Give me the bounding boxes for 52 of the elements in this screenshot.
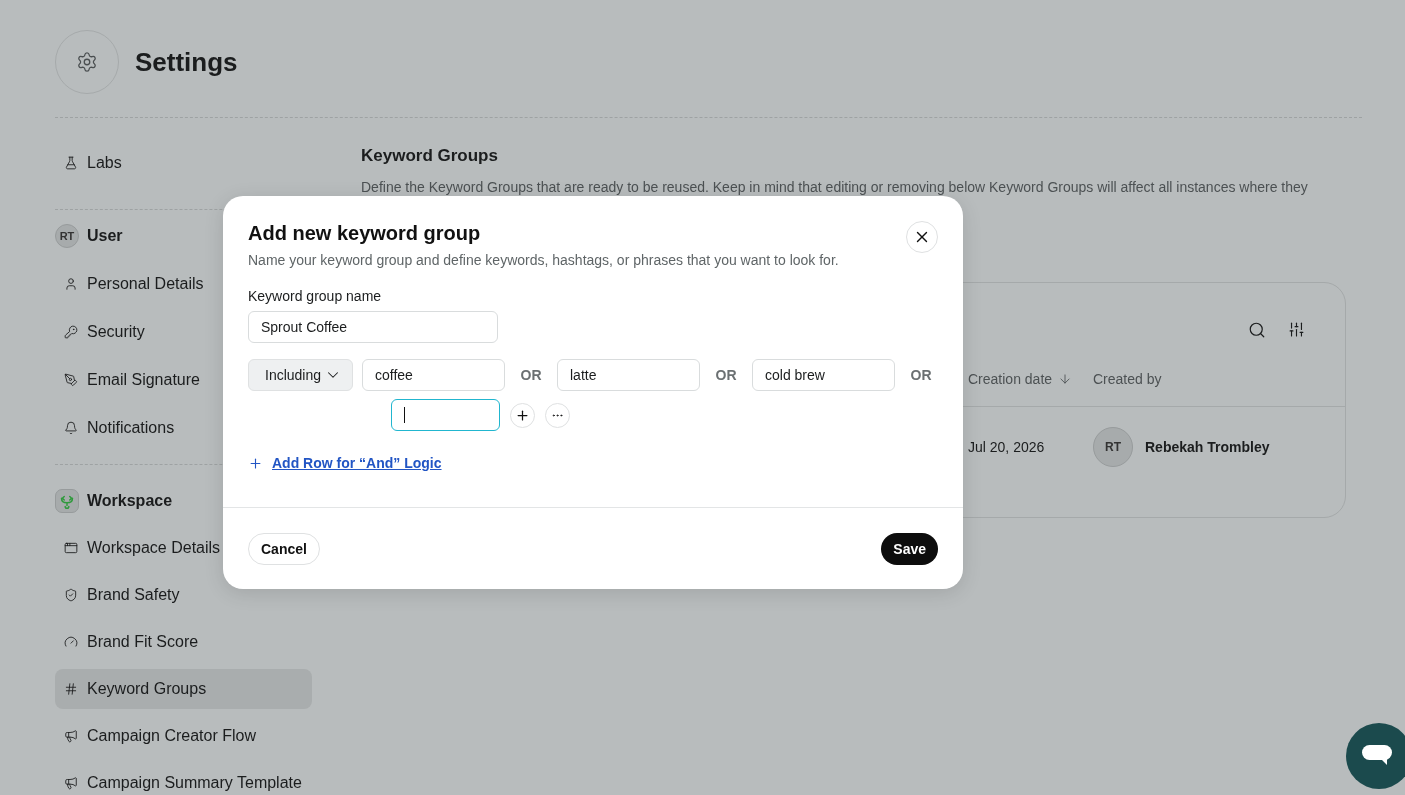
- bell-icon: [64, 421, 78, 435]
- shield-check-icon: [64, 588, 78, 602]
- flask-icon: [64, 156, 78, 170]
- input-field[interactable]: Sprout Coffee: [248, 311, 498, 343]
- column-header[interactable]: Created by: [1093, 370, 1162, 387]
- section-description: Define the Keyword Groups that are ready to be reused. Keep in mind that editing or removing below Keyword Groups will affect all instances where they: [361, 179, 1309, 195]
- table-cell-text: Jul 20, 2026: [968, 439, 1046, 455]
- hash-icon: [64, 682, 78, 696]
- section-title: Keyword Groups: [361, 146, 499, 166]
- operator-select[interactable]: Including: [248, 359, 353, 391]
- or-label: OR: [519, 367, 543, 383]
- dialog-title: Add new keyword group: [248, 222, 481, 245]
- sidebar-item[interactable]: Campaign Creator Flow: [55, 716, 312, 756]
- gauge-icon: [64, 635, 78, 649]
- creator-name: Rebekah Trombley: [1145, 439, 1270, 455]
- column-header[interactable]: Creation date: [968, 370, 1053, 387]
- pen-nib-icon: [64, 373, 78, 387]
- dialog-subtitle: Name your keyword group and define keywords, hashtags, or phrases that you want to look for.: [248, 252, 840, 268]
- sidebar-item[interactable]: Brand Safety: [55, 575, 312, 615]
- user-avatar: RT: [1093, 427, 1133, 467]
- chat-button[interactable]: [1346, 723, 1405, 789]
- save-button[interactable]: Save: [881, 532, 938, 565]
- plus-icon: [248, 456, 263, 471]
- megaphone-icon: [64, 729, 78, 743]
- cancel-button[interactable]: Cancel: [248, 532, 320, 565]
- keyword-field[interactable]: coffee: [362, 359, 505, 391]
- megaphone-icon: [64, 776, 78, 790]
- sidebar-item[interactable]: Keyword Groups: [55, 669, 312, 709]
- keyword-field[interactable]: [391, 399, 500, 431]
- plus-icon: [515, 407, 530, 423]
- sidebar-item[interactable]: Campaign Summary Template: [55, 763, 312, 795]
- add-row-link[interactable]: Add Row for “And” Logic: [272, 455, 442, 471]
- text-cursor: [404, 407, 405, 423]
- close-button[interactable]: [906, 221, 938, 253]
- workspace-logo-icon: [55, 489, 79, 513]
- sidebar-item[interactable]: Brand Fit Score: [55, 622, 312, 662]
- chat-bubble-icon: [1362, 745, 1394, 767]
- window-icon: [64, 541, 78, 555]
- person-icon: [64, 277, 78, 291]
- sidebar-item[interactable]: Notifications: [55, 408, 312, 448]
- keyword-field[interactable]: latte: [557, 359, 700, 391]
- field-label: Keyword group name: [248, 288, 383, 304]
- sidebar-item[interactable]: Labs: [55, 143, 312, 183]
- add-keyword-button[interactable]: [510, 402, 535, 428]
- page-title: Settings: [135, 46, 238, 78]
- keyword-field[interactable]: cold brew: [752, 359, 895, 391]
- or-label: OR: [909, 367, 933, 383]
- user-avatar: RT: [55, 224, 79, 248]
- key-icon: [64, 325, 78, 339]
- or-label: OR: [714, 367, 738, 383]
- section-title: Workspace: [87, 492, 173, 510]
- section-title: User: [87, 227, 123, 245]
